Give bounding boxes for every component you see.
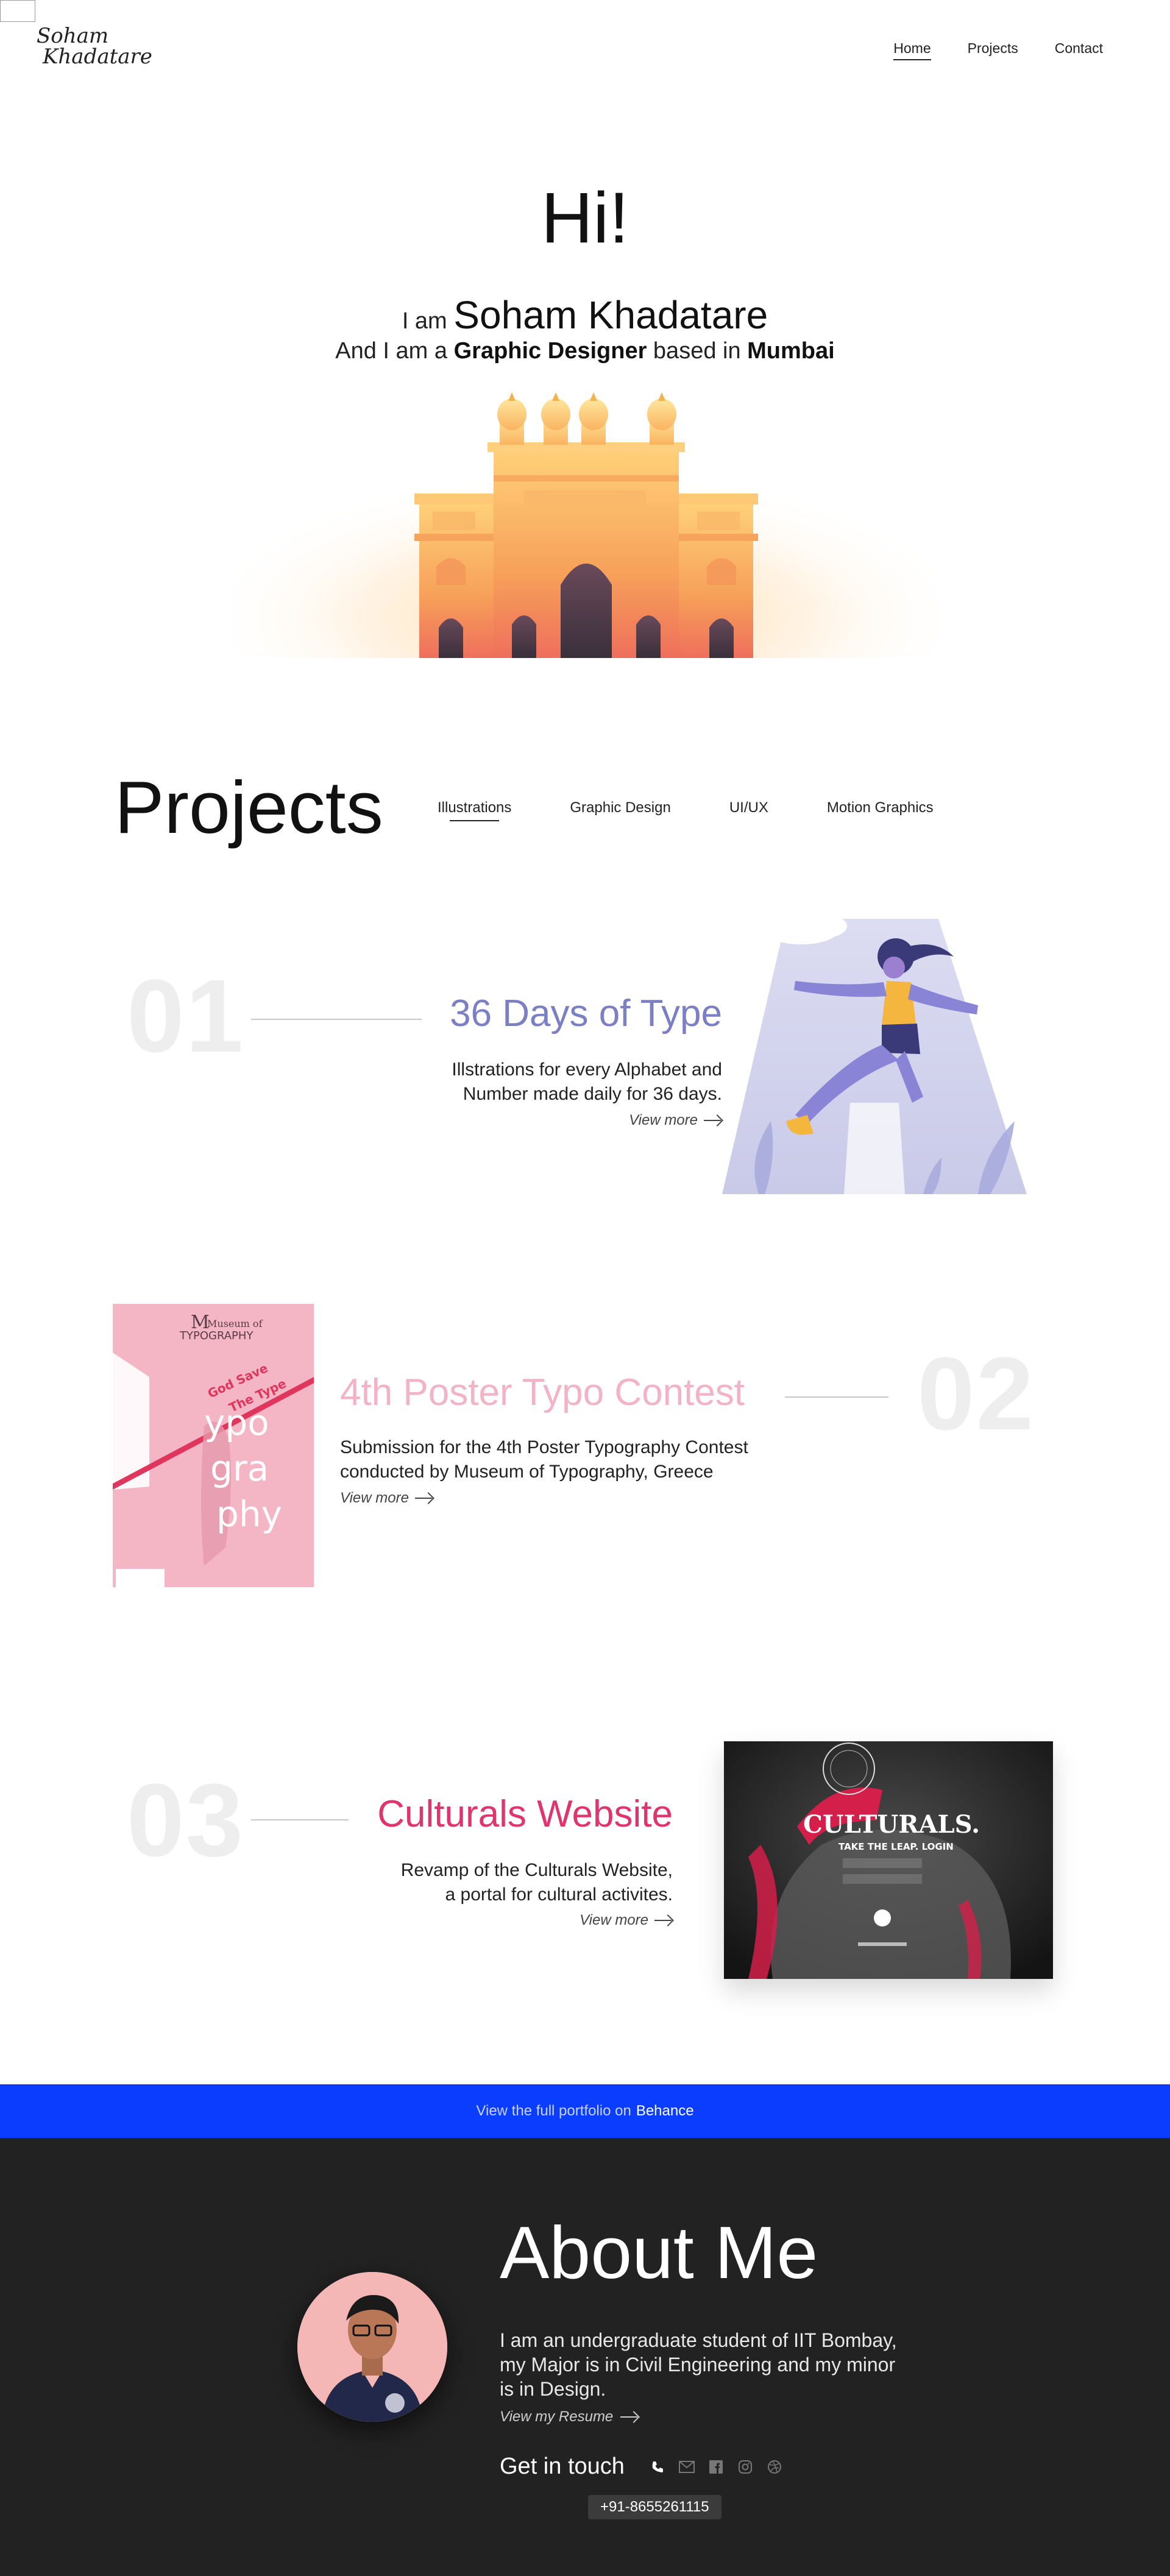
- mail-icon[interactable]: [678, 2458, 696, 2476]
- arrow-right-icon: [620, 2412, 639, 2422]
- phone-number-tooltip: +91-8655261115: [588, 2495, 722, 2519]
- hero-city: Mumbai: [747, 338, 835, 364]
- hero-greeting: Hi!: [541, 178, 629, 258]
- logo-line2: Khadatare: [43, 44, 152, 69]
- nav-contact-link[interactable]: Contact: [1055, 40, 1103, 57]
- behance-link[interactable]: Behance: [636, 2103, 694, 2120]
- signature-logo[interactable]: Soham Khadatare: [37, 26, 152, 67]
- project-desc-line: conducted by Museum of Typography, Greec…: [340, 1462, 714, 1482]
- hero-name: Soham Khadatare: [453, 293, 768, 337]
- view-more-label: View more: [340, 1490, 409, 1506]
- project-desc-line: Illstrations for every Alphabet and: [452, 1060, 722, 1080]
- phone-icon[interactable]: [648, 2458, 667, 2476]
- project-description: Revamp of the Culturals Website, a porta…: [332, 1858, 673, 1907]
- project-thumbnail-36-days[interactable]: [722, 914, 1027, 1194]
- project-desc-line: a portal for cultural activites.: [445, 1884, 673, 1905]
- arrow-right-icon: [414, 1493, 433, 1503]
- poster-big-text-1: ypo: [204, 1402, 269, 1443]
- projects-heading: Projects: [115, 766, 383, 849]
- profile-photo: [297, 2272, 447, 2422]
- nav-home-link[interactable]: Home: [893, 40, 932, 60]
- project-description: Illstrations for every Alphabet and Numb…: [381, 1058, 722, 1106]
- broken-image-placeholder: [0, 0, 35, 22]
- hero-based-in: based in: [653, 338, 741, 364]
- culturals-website-screenshot: CULTURALS. TAKE THE LEAP. LOGIN: [724, 1741, 1053, 1979]
- facebook-icon[interactable]: [707, 2458, 725, 2476]
- project-divider: [251, 1819, 349, 1821]
- project-filter-tabs: Illustrations Graphic Design UI/UX Motio…: [438, 799, 934, 821]
- culturals-card-subtitle: TAKE THE LEAP. LOGIN: [838, 1841, 954, 1852]
- hero-role-text: Graphic Designer: [453, 338, 647, 364]
- get-in-touch-label: Get in touch: [500, 2454, 625, 2479]
- behance-prefix: View the full portfolio on: [476, 2103, 631, 2119]
- about-section: About Me I am an undergraduate student o…: [0, 2138, 1170, 2576]
- hero-role: And I am a Graphic Designer based in Mum…: [0, 338, 1170, 364]
- avatar: [297, 2272, 447, 2422]
- project-number: 01: [127, 958, 245, 1074]
- about-description: I am an undergraduate student of IIT Bom…: [500, 2329, 897, 2400]
- behance-banner: View the full portfolio on Behance: [0, 2084, 1170, 2138]
- project-desc-line: Revamp of the Culturals Website,: [400, 1860, 673, 1880]
- culturals-card-title: CULTURALS.: [803, 1810, 980, 1839]
- project-desc-line: Submission for the 4th Poster Typography…: [340, 1437, 748, 1457]
- nav-projects-link[interactable]: Projects: [968, 40, 1018, 57]
- project-divider: [251, 1019, 422, 1020]
- hero-and-i-am: And I am a: [335, 338, 448, 364]
- social-icons: [648, 2458, 784, 2476]
- view-more-label: View more: [629, 1112, 698, 1128]
- poster-big-text-2: gra: [210, 1448, 269, 1489]
- view-more-link[interactable]: View more: [580, 1912, 673, 1929]
- view-more-link[interactable]: View more: [340, 1490, 433, 1507]
- project-number: 03: [127, 1763, 245, 1878]
- top-nav: Soham Khadatare Home Projects Contact: [0, 0, 1170, 97]
- about-heading: About Me: [500, 2211, 818, 2294]
- project-thumbnail-culturals[interactable]: CULTURALS. TAKE THE LEAP. LOGIN: [724, 1741, 1053, 1979]
- project-title[interactable]: 4th Poster Typo Contest: [340, 1371, 745, 1414]
- hero-i-am: I am: [402, 308, 447, 334]
- tab-graphic-design[interactable]: Graphic Design: [570, 799, 670, 816]
- gateway-of-india-illustration: [232, 390, 938, 658]
- arrow-right-icon: [704, 1116, 722, 1125]
- dribbble-icon[interactable]: [765, 2458, 784, 2476]
- project-title[interactable]: 36 Days of Type: [450, 992, 722, 1035]
- project-description: Submission for the 4th Poster Typography…: [340, 1435, 803, 1484]
- poster-typography: TYPOGRAPHY: [179, 1329, 254, 1342]
- arrow-right-icon: [654, 1916, 673, 1925]
- project-divider: [785, 1396, 888, 1398]
- poster-museum: Museum of: [207, 1318, 263, 1329]
- instagram-icon[interactable]: [736, 2458, 754, 2476]
- nav-links: Home Projects Contact: [893, 40, 1103, 60]
- poster-big-text-3: phy: [216, 1493, 282, 1535]
- tab-ui-ux[interactable]: UI/UX: [729, 799, 768, 816]
- letter-a-illustration: [722, 914, 1027, 1194]
- hero-intro: I am Soham Khadatare: [0, 292, 1170, 338]
- project-number: 02: [917, 1336, 1035, 1452]
- tab-motion-graphics[interactable]: Motion Graphics: [827, 799, 934, 816]
- project-thumbnail-poster[interactable]: M Museum of TYPOGRAPHY God Save The Type…: [113, 1304, 314, 1587]
- view-more-link[interactable]: View more: [629, 1112, 722, 1129]
- project-title[interactable]: Culturals Website: [377, 1792, 673, 1836]
- view-more-label: View more: [580, 1912, 648, 1928]
- poster-illustration: M Museum of TYPOGRAPHY God Save The Type…: [113, 1304, 314, 1587]
- project-desc-line: Number made daily for 36 days.: [463, 1084, 722, 1104]
- view-resume-label: View my Resume: [500, 2408, 614, 2425]
- tab-illustrations[interactable]: Illustrations: [438, 799, 511, 821]
- view-resume-link[interactable]: View my Resume: [500, 2408, 639, 2426]
